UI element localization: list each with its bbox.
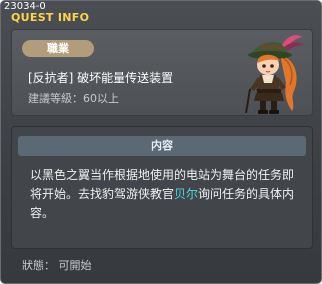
quest-info-window: 23034-0 QUEST INFO 職業 [反抗者] 破坏能量传送装置 建議等… — [0, 0, 322, 284]
quest-description: 以黑色之翼当作根据地使用的电站为舞台的任务即将开始。去找豹驾游侠教官贝尔询问任务… — [30, 166, 298, 223]
content-heading: 内容 — [18, 136, 306, 156]
quest-status: 狀態： 可開始 — [22, 259, 92, 272]
npc-name-link[interactable]: 贝尔 — [174, 187, 198, 201]
quest-header-panel: 職業 [反抗者] 破坏能量传送装置 建議等級：60以上 — [11, 29, 313, 116]
npc-portrait-icon — [245, 35, 304, 114]
required-level: 建議等級：60以上 — [28, 92, 119, 105]
quest-content-panel: 内容 以黑色之翼当作根据地使用的电站为舞台的任务即将开始。去找豹驾游侠教官贝尔询… — [11, 126, 313, 249]
window-title: QUEST INFO — [11, 11, 90, 24]
quest-name: [反抗者] 破坏能量传送装置 — [28, 71, 174, 85]
job-badge: 職業 — [22, 40, 94, 57]
